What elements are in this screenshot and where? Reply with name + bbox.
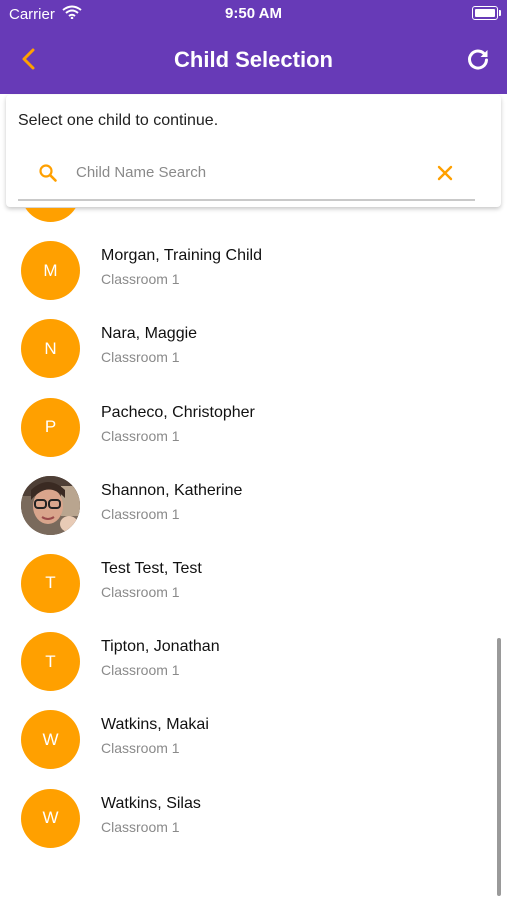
child-name: Shannon, Katherine [101,481,243,499]
instruction-text: Select one child to continue. [18,112,219,129]
avatar-initial: W [42,729,59,749]
child-classroom: Classroom 1 [101,208,180,209]
child-classroom: Classroom 1 [101,818,180,835]
search-icon [38,163,58,188]
child-name: Watkins, Makai [101,716,209,734]
battery-icon [472,6,501,20]
child-list-item[interactable]: M Classroom 1 [0,208,507,232]
avatar [21,475,80,535]
child-name: Morgan, Training Child [101,247,262,265]
child-classroom: Classroom 1 [101,271,180,288]
child-classroom: Classroom 1 [101,740,180,757]
avatar-initial: M [43,260,58,280]
avatar: T [21,553,80,613]
child-search-input[interactable] [76,159,416,185]
child-name: Test Test, Test [101,559,202,577]
child-classroom: Classroom 1 [101,505,180,522]
avatar: M [21,208,80,222]
child-list-item[interactable]: M Morgan, Training Child Classroom 1 [0,232,507,310]
refresh-icon [468,49,488,70]
child-list-item[interactable]: Shannon, Katherine Classroom 1 [0,467,507,545]
child-list-item[interactable]: T Tipton, Jonathan Classroom 1 [0,623,507,701]
child-name: Nara, Maggie [101,325,198,343]
refresh-button[interactable] [463,44,493,74]
scrollbar[interactable] [497,638,501,896]
child-classroom: Classroom 1 [101,427,180,444]
close-icon [437,165,453,181]
status-time: 9:50 AM [225,5,282,22]
avatar: T [21,632,80,692]
avatar-initial: W [42,808,59,827]
child-list-item[interactable]: W Watkins, Makai Classroom 1 [0,701,507,779]
child-list-content: M Classroom 1 M Morgan, Training Child Class… [0,208,507,858]
avatar: N [21,319,80,379]
child-photo [21,475,80,535]
status-bar: Carrier 9:50 AM [0,0,507,28]
child-list-item[interactable]: N Nara, Maggie Classroom 1 [0,310,507,388]
avatar-initial: N [44,338,57,358]
avatar: W [21,710,80,770]
app-header: Carrier 9:50 AM Child Selection [0,0,507,94]
child-list-item[interactable]: P Pacheco, Christopher Classroom 1 [0,389,507,467]
child-classroom: Classroom 1 [101,349,180,366]
avatar: W [21,788,80,848]
avatar: P [21,397,80,457]
child-name: Pacheco, Christopher [101,403,255,421]
avatar-initial: P [44,417,57,437]
child-name: Watkins, Silas [101,794,201,812]
child-list[interactable]: M Classroom 1 M Morgan, Training Child Class… [0,208,507,900]
page-title: Child Selection [174,47,333,72]
child-classroom: Classroom 1 [101,662,180,679]
clear-search-button[interactable] [434,162,456,184]
search-card: Select one child to continue. [6,95,501,207]
avatar-initial: T [45,573,56,593]
avatar-initial: T [45,651,56,671]
child-name: Tipton, Jonathan [101,638,220,656]
child-classroom: Classroom 1 [101,583,180,600]
avatar: M [21,241,80,301]
child-list-item[interactable]: T Test Test, Test Classroom 1 [0,545,507,623]
child-list-item[interactable]: W Watkins, Silas Classroom 1 [0,780,507,858]
search-underline [18,199,475,201]
